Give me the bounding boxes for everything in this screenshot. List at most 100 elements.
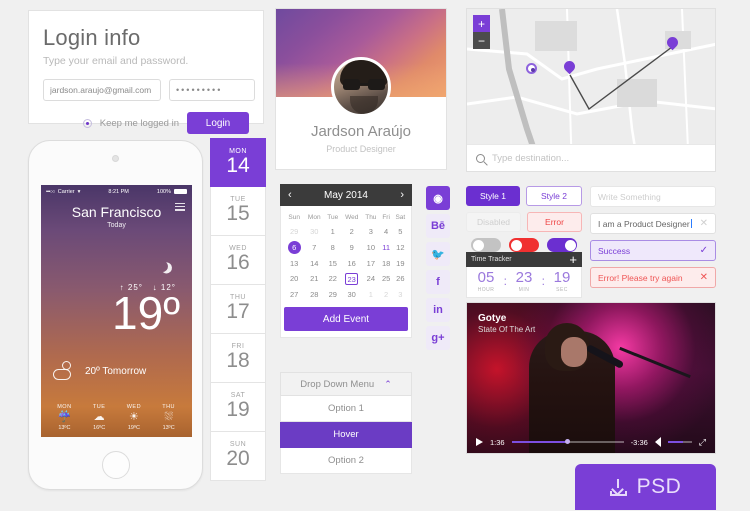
calendar-day-cell[interactable]: 5	[393, 224, 408, 238]
style1-button[interactable]: Style 1	[466, 186, 520, 206]
menu-icon[interactable]	[175, 203, 185, 213]
calendar-day-cell[interactable]: 19	[393, 256, 408, 270]
error-input[interactable]: Error! Please try again ✕	[590, 267, 716, 288]
calendar-day-cell[interactable]: 29	[324, 287, 341, 301]
date-item-16[interactable]: WED 16	[210, 236, 266, 285]
fullscreen-icon[interactable]: ⤢	[699, 437, 706, 448]
calendar-body: Sun Mon Tue Wed Thu Fri Sat 29 30 1 2 3 4 5 6 7 8 9 10 11 1…	[280, 206, 412, 338]
destination-search-bar[interactable]: Type destination...	[467, 144, 715, 171]
calendar-week-row: 20 21 22 23 24 25 26	[284, 270, 408, 287]
googleplus-icon[interactable]: g+	[426, 326, 450, 350]
next-month-button[interactable]: ›	[400, 189, 404, 201]
map-pin-a[interactable]	[561, 58, 578, 76]
calendar-day-cell[interactable]: 16	[341, 256, 362, 270]
toggle-error[interactable]	[509, 238, 539, 252]
twitter-icon[interactable]: 🐦	[426, 242, 450, 266]
prev-month-button[interactable]: ‹	[288, 189, 292, 201]
date-item-20[interactable]: SUN 20	[210, 432, 266, 481]
moon-icon	[155, 259, 170, 274]
calendar-day-cell[interactable]: 6	[284, 238, 304, 256]
play-icon[interactable]	[476, 438, 483, 446]
email-field[interactable]	[43, 79, 161, 101]
dribbble-icon[interactable]: ◉	[426, 186, 450, 210]
calendar-day-cell[interactable]: 9	[341, 238, 362, 256]
clear-icon[interactable]: ✕	[700, 218, 708, 229]
calendar-week-row: 27 28 29 30 1 2 3	[284, 287, 408, 301]
date-item-17[interactable]: THU 17	[210, 285, 266, 334]
calendar-day-cell[interactable]: 27	[284, 287, 304, 301]
calendar-day-cell[interactable]: 23	[341, 270, 362, 287]
linkedin-icon[interactable]: in	[426, 298, 450, 322]
calendar-day-cell[interactable]: 8	[324, 238, 341, 256]
timer-value: 19	[553, 269, 571, 286]
password-field[interactable]	[169, 79, 255, 101]
map-widget[interactable]: + − Type destination...	[466, 8, 716, 172]
behance-icon[interactable]: Bē	[426, 214, 450, 238]
date-item-15[interactable]: TUE 15	[210, 187, 266, 236]
calendar-day-cell[interactable]: 7	[304, 238, 324, 256]
calendar-day-cell[interactable]: 11	[380, 238, 393, 256]
calendar-day-cell[interactable]: 13	[284, 256, 304, 270]
calendar-day-cell[interactable]: 15	[324, 256, 341, 270]
dropdown-option[interactable]: Option 1	[280, 396, 412, 422]
volume-slider[interactable]	[667, 441, 692, 443]
date-item-19[interactable]: SAT 19	[210, 383, 266, 432]
success-input[interactable]: Success ✓	[590, 240, 716, 261]
keep-logged-radio[interactable]	[82, 118, 92, 128]
add-event-button[interactable]: Add Event	[284, 307, 408, 331]
calendar-day-cell[interactable]: 1	[324, 224, 341, 238]
map-zoom-controls: + −	[473, 15, 490, 49]
style2-button[interactable]: Style 2	[526, 186, 582, 206]
home-button[interactable]	[101, 451, 130, 479]
remaining-time: -3:36	[630, 437, 648, 447]
calendar-day-cell[interactable]: 3	[393, 287, 408, 301]
calendar-day-cell[interactable]: 29	[284, 224, 304, 238]
chevron-up-icon: ⌃	[384, 378, 392, 389]
progress-bar[interactable]	[511, 439, 624, 444]
dropdown-option[interactable]: Option 2	[280, 448, 412, 474]
date-item-14[interactable]: MON 14	[210, 138, 266, 187]
button-row-1: Style 1 Style 2	[466, 186, 582, 206]
error-button[interactable]: Error	[527, 212, 582, 232]
calendar-day-cell[interactable]: 4	[380, 224, 393, 238]
facebook-icon[interactable]: f	[426, 270, 450, 294]
calendar-day-cell[interactable]: 24	[362, 270, 380, 287]
button-row-2: Disabled Error	[466, 212, 582, 232]
toggle-on[interactable]	[547, 238, 577, 252]
login-button[interactable]: Login	[187, 112, 249, 134]
calendar-day-cell[interactable]: 28	[304, 287, 324, 301]
calendar-day-cell[interactable]: 30	[304, 224, 324, 238]
placeholder-input[interactable]: Write Something	[590, 186, 716, 207]
close-icon[interactable]: ✕	[700, 272, 708, 283]
speaker-icon[interactable]	[654, 437, 661, 447]
dropdown-option[interactable]: Hover	[280, 422, 412, 448]
calendar-day-cell[interactable]: 22	[324, 270, 341, 287]
calendar-day-cell[interactable]: 18	[380, 256, 393, 270]
zoom-out-button[interactable]: −	[473, 32, 490, 49]
calendar-day-cell[interactable]: 21	[304, 270, 324, 287]
calendar-day-cell[interactable]: 20	[284, 270, 304, 287]
calendar-day-cell[interactable]: 14	[304, 256, 324, 270]
video-player[interactable]: Gotye State Of The Art 1:36 -3:36 ⤢	[466, 302, 716, 454]
calendar-day-cell[interactable]: 1	[362, 287, 380, 301]
calendar-day-cell[interactable]: 2	[380, 287, 393, 301]
typed-input[interactable]: I am a Product Designer ✕	[590, 213, 716, 234]
calendar-day-cell[interactable]: 10	[362, 238, 380, 256]
profile-card: Jardson Araújo Product Designer	[275, 8, 447, 170]
map-pin-b[interactable]	[664, 34, 681, 52]
zoom-in-button[interactable]: +	[473, 15, 490, 32]
calendar-day-cell[interactable]: 17	[362, 256, 380, 270]
date-item-18[interactable]: FRI 18	[210, 334, 266, 383]
calendar-day-cell[interactable]: 25	[380, 270, 393, 287]
calendar-day-cell[interactable]: 30	[341, 287, 362, 301]
calendar-day-cell[interactable]: 26	[393, 270, 408, 287]
calendar-day-cell[interactable]: 12	[393, 238, 408, 256]
toggle-off[interactable]	[471, 238, 501, 252]
calendar-day-cell[interactable]: 2	[341, 224, 362, 238]
timer-value: 23	[515, 269, 533, 286]
calendar-widget: ‹ May 2014 › Sun Mon Tue Wed Thu Fri Sat 29 30 1…	[280, 184, 412, 338]
dropdown-toggle[interactable]: Drop Down Menu ⌃	[280, 372, 412, 396]
calendar-day-cell[interactable]: 3	[362, 224, 380, 238]
add-timer-button[interactable]: +	[569, 253, 577, 266]
download-psd-button[interactable]: PSD	[575, 464, 716, 510]
